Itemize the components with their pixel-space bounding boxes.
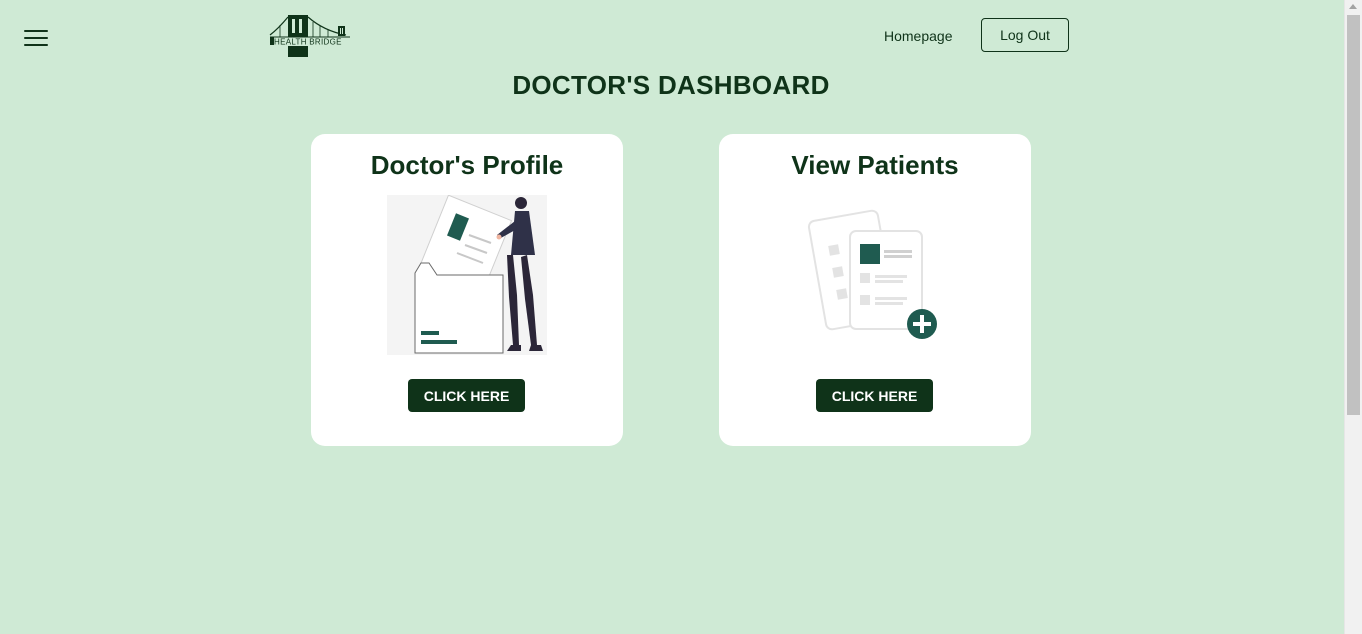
doctor-profile-click-button[interactable]: CLICK HERE bbox=[408, 379, 525, 412]
doctor-dashboard-page: HEALTH BRIDGE Homepage Log Out DOCTOR'S … bbox=[0, 0, 1362, 634]
nav-homepage-link[interactable]: Homepage bbox=[884, 28, 953, 44]
hamburger-menu-icon[interactable] bbox=[24, 30, 48, 47]
person-filing-document-illustration bbox=[387, 195, 547, 355]
card-title: Doctor's Profile bbox=[370, 150, 564, 180]
patient-records-add-illustration bbox=[807, 209, 937, 339]
logo-text: HEALTH BRIDGE bbox=[274, 38, 342, 47]
doctor-profile-card: Doctor's Profile CLICK HERE bbox=[311, 134, 623, 446]
scroll-up-arrow-icon[interactable] bbox=[1349, 4, 1357, 9]
logout-button[interactable]: Log Out bbox=[981, 18, 1069, 52]
card-title: View Patients bbox=[791, 150, 959, 180]
view-patients-click-button[interactable]: CLICK HERE bbox=[816, 379, 933, 412]
view-patients-card: View Patients CLICK HERE bbox=[719, 134, 1031, 446]
vertical-scrollbar[interactable] bbox=[1344, 0, 1362, 634]
health-bridge-logo[interactable]: HEALTH BRIDGE bbox=[268, 13, 352, 59]
page-title: DOCTOR'S DASHBOARD bbox=[512, 70, 830, 100]
scrollbar-thumb[interactable] bbox=[1347, 15, 1360, 415]
